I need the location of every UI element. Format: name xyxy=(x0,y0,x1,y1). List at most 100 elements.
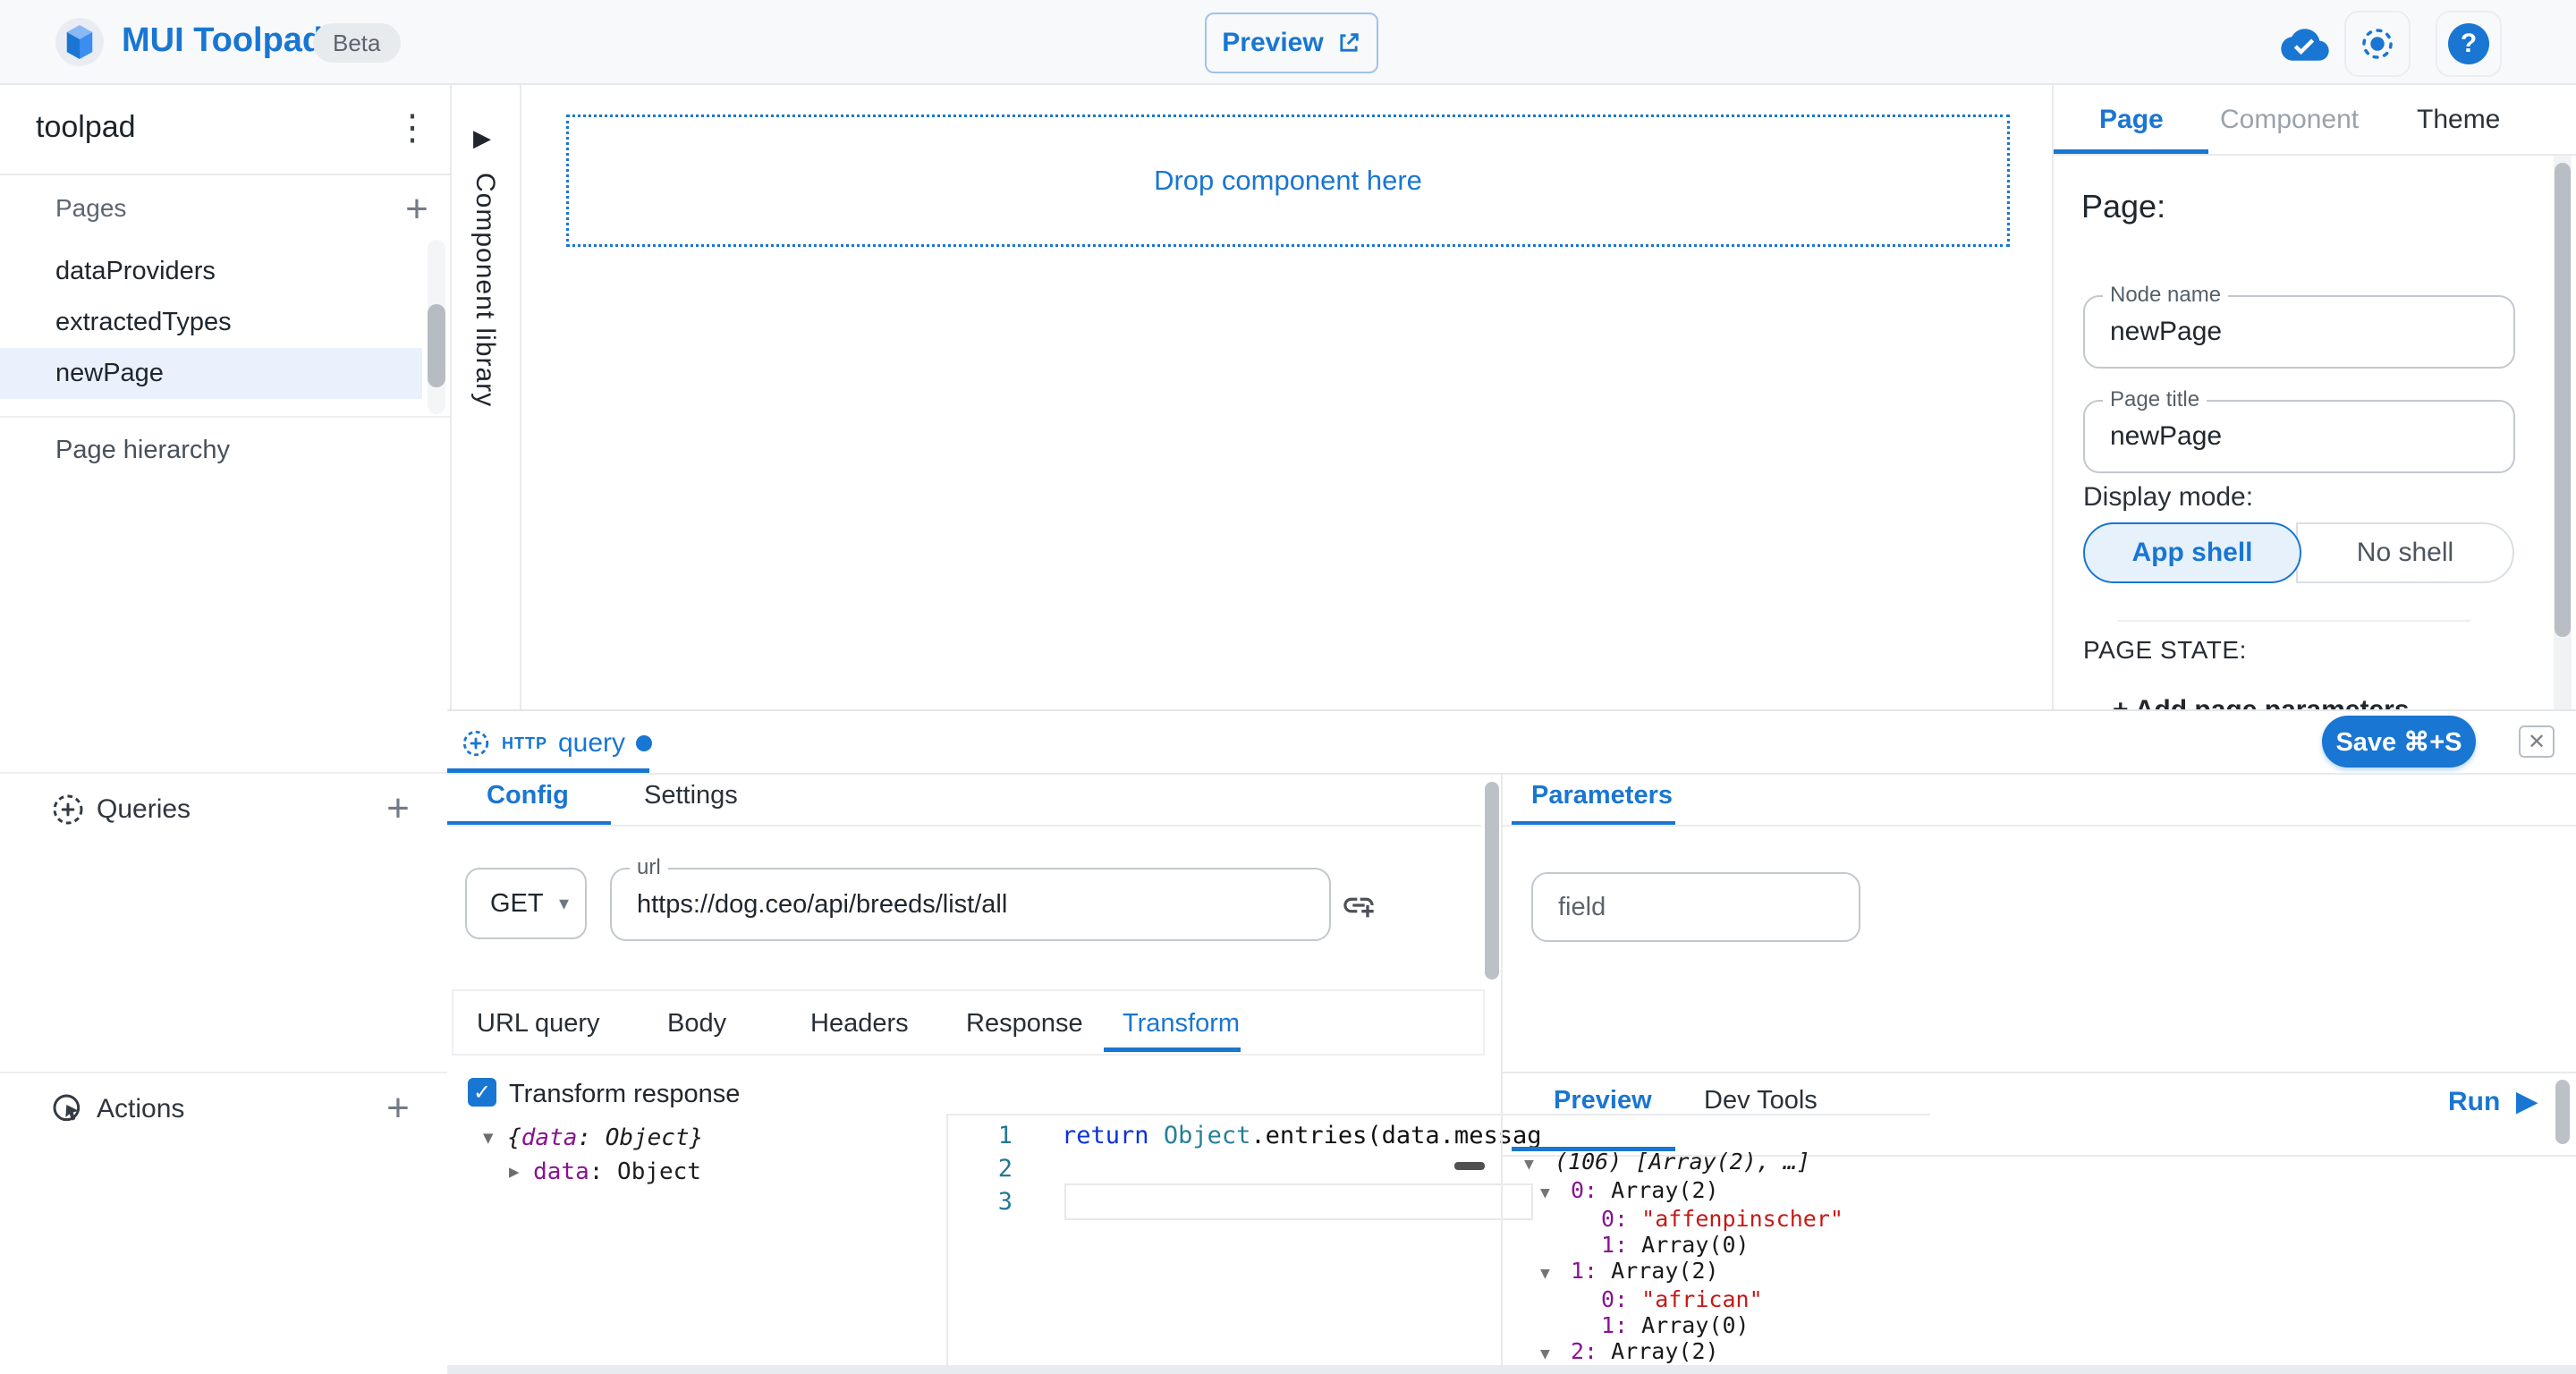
node-name-field[interactable]: Node name newPage xyxy=(2083,295,2515,369)
collapse-arrow-icon[interactable]: ▼ xyxy=(1540,1341,1571,1365)
queries-label: Queries xyxy=(97,794,191,825)
display-mode-toggle: App shell No shell xyxy=(2083,522,2513,583)
sidebar-item-dataproviders[interactable]: dataProviders xyxy=(0,246,422,297)
pages-scrollbar-thumb[interactable] xyxy=(428,304,445,387)
config-scrollbar-thumb[interactable] xyxy=(1485,782,1499,980)
add-link-icon[interactable] xyxy=(1341,887,1377,923)
transform-response-checkbox[interactable]: ✓ xyxy=(468,1078,496,1107)
page-item-label: newPage xyxy=(55,359,164,388)
query-tab[interactable]: HTTP query xyxy=(461,722,652,765)
json-row[interactable]: ▼(106) [Array(2), …] xyxy=(1503,1149,2555,1177)
json-value: Array(2) xyxy=(1611,1177,1718,1203)
save-button[interactable]: Save ⌘+S xyxy=(2322,716,2476,768)
actions-label: Actions xyxy=(97,1094,184,1124)
sidebar-item-newpage[interactable]: newPage xyxy=(0,348,422,399)
parameter-field-input[interactable]: field xyxy=(1531,872,1860,942)
tab-parameters[interactable]: Parameters xyxy=(1531,781,1673,810)
json-key: 0: xyxy=(1601,1206,1641,1232)
component-library-flap[interactable]: ▶ Component library xyxy=(452,85,521,709)
add-query-button[interactable]: + xyxy=(378,790,418,829)
query-protocol-label: HTTP xyxy=(502,734,547,753)
inspector-tabs: Page Component Theme xyxy=(2054,85,2576,156)
preview-scrollbar-thumb[interactable] xyxy=(2555,1080,2570,1144)
tab-body[interactable]: Body xyxy=(667,1009,726,1039)
project-menu-kebab-icon[interactable]: ⋮ xyxy=(390,101,435,155)
code-keyword: return xyxy=(1062,1122,1149,1149)
app-shell-option[interactable]: App shell xyxy=(2083,522,2301,583)
divider xyxy=(1503,825,2576,827)
method-select[interactable]: GET ▾ xyxy=(465,868,587,939)
json-row[interactable]: ▼1: Array(2) xyxy=(1503,1258,2555,1286)
json-row[interactable]: 1: Array(0) xyxy=(1503,1312,2555,1338)
tree-key: data xyxy=(521,1124,578,1151)
json-value: Array(2) xyxy=(1611,1258,1718,1284)
tab-headers[interactable]: Headers xyxy=(810,1009,909,1039)
collapse-arrow-icon[interactable]: ▼ xyxy=(483,1128,493,1148)
tab-response[interactable]: Response xyxy=(966,1009,1083,1039)
page-heading: Page: xyxy=(2081,188,2165,225)
collapse-arrow-icon[interactable]: ▼ xyxy=(1540,1260,1571,1286)
mui-logo-icon xyxy=(55,18,104,66)
tree-root-row[interactable]: ▼ {data: Object} xyxy=(483,1121,703,1155)
tab-dev-tools[interactable]: Dev Tools xyxy=(1704,1086,1818,1115)
transform-input-tree: ▼ {data: Object} ▶ data: Object xyxy=(483,1121,703,1189)
tree-rest: : Object xyxy=(589,1158,701,1185)
json-key: 2: xyxy=(1571,1338,1611,1364)
preview-button[interactable]: Preview xyxy=(1205,13,1378,73)
add-page-parameters-button[interactable]: + Add page parameters xyxy=(2113,695,2410,709)
divider xyxy=(447,825,1481,827)
json-key: 1: xyxy=(1571,1258,1611,1284)
divider xyxy=(1503,1072,2576,1073)
no-shell-option[interactable]: No shell xyxy=(2296,522,2514,583)
page-title-field[interactable]: Page title newPage xyxy=(2083,400,2515,473)
page-canvas: ▶ Component library Drop component here xyxy=(452,85,2052,709)
active-tab-underline xyxy=(2054,149,2208,154)
tab-preview[interactable]: Preview xyxy=(1554,1086,1652,1115)
tab-theme[interactable]: Theme xyxy=(2417,105,2500,135)
line-number: 2 xyxy=(948,1152,1013,1185)
json-row[interactable]: 1: Array(0) xyxy=(1503,1232,2555,1258)
tab-settings[interactable]: Settings xyxy=(644,781,738,810)
tab-page[interactable]: Page xyxy=(2099,105,2164,135)
help-button[interactable]: ? xyxy=(2436,11,2502,77)
tab-url-query[interactable]: URL query xyxy=(477,1009,600,1039)
json-key: 1: xyxy=(1601,1232,1641,1258)
panel-bottom-strip xyxy=(447,1365,2576,1374)
tab-config[interactable]: Config xyxy=(487,781,569,810)
close-panel-button[interactable]: ✕ xyxy=(2519,725,2555,758)
json-row[interactable]: ▼0: Array(2) xyxy=(1503,1177,2555,1206)
tab-component[interactable]: Component xyxy=(2220,105,2359,135)
json-row[interactable]: ▼2: Array(2) xyxy=(1503,1338,2555,1365)
theme-toggle-button[interactable] xyxy=(2344,11,2411,77)
url-field[interactable]: url https://dog.ceo/api/breeds/list/all xyxy=(610,868,1331,941)
pages-section-label: Pages xyxy=(55,194,126,223)
project-header: toolpad ⋮ xyxy=(0,85,450,175)
editor-scroll-marker[interactable] xyxy=(1454,1162,1485,1170)
add-page-button[interactable]: + xyxy=(397,191,436,230)
json-row[interactable]: 0: "african" xyxy=(1503,1286,2555,1312)
drop-zone-text: Drop component here xyxy=(1154,165,1422,197)
run-button[interactable]: Run ▶ xyxy=(2448,1086,2537,1117)
tree-brace: { xyxy=(507,1124,521,1151)
request-tabs-container: URL query Body Headers Response Transfor… xyxy=(452,989,1485,1056)
add-action-button[interactable]: + xyxy=(378,1090,418,1129)
collapse-arrow-icon[interactable]: ▼ xyxy=(1540,1180,1571,1206)
inspector-scrollbar-thumb[interactable] xyxy=(2555,163,2571,637)
http-query-icon xyxy=(461,728,491,759)
tab-transform[interactable]: Transform xyxy=(1123,1009,1240,1039)
page-item-label: dataProviders xyxy=(55,257,216,286)
queries-section-header: Queries + xyxy=(0,774,450,845)
collapse-arrow-icon[interactable]: ▼ xyxy=(1524,1151,1555,1177)
json-key: 1: xyxy=(1601,1312,1641,1338)
tree-child-row[interactable]: ▶ data: Object xyxy=(483,1155,703,1189)
sidebar-item-extractedtypes[interactable]: extractedTypes xyxy=(0,297,422,348)
tree-key: data xyxy=(533,1158,589,1185)
drop-zone[interactable]: Drop component here xyxy=(566,114,2010,247)
help-icon: ? xyxy=(2448,23,2489,64)
json-row[interactable]: 0: "affenpinscher" xyxy=(1503,1206,2555,1232)
expand-arrow-icon[interactable]: ▶ xyxy=(509,1162,519,1182)
query-editor-panel: HTTP query Save ⌘+S ✕ Config Settings GE… xyxy=(447,709,2576,1374)
page-hierarchy-label[interactable]: Page hierarchy xyxy=(55,436,230,465)
mui-cube-icon xyxy=(63,23,97,61)
node-name-value: newPage xyxy=(2110,297,2222,367)
